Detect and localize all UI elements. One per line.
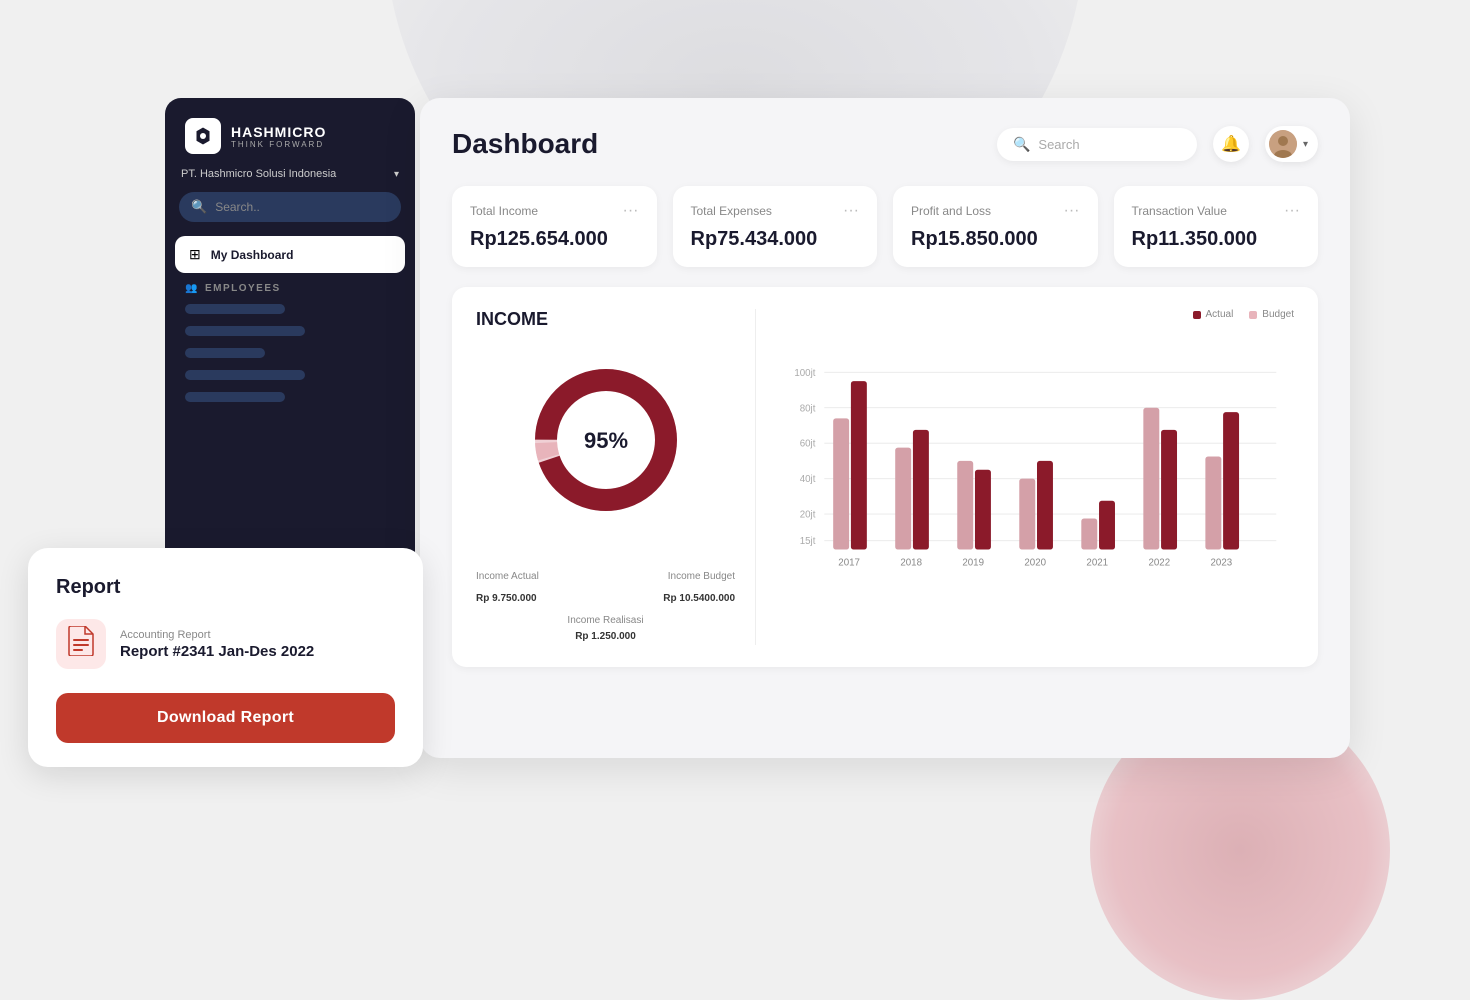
bar-chart-area: 100jt 80jt 60jt 40jt 20jt 15jt 2017 <box>780 330 1294 645</box>
income-section: INCOME 95% Income Actual Income Budget <box>452 287 1318 667</box>
avatar <box>1269 130 1297 158</box>
sidebar-placeholder-4 <box>185 370 305 380</box>
metric-value-2: Rp15.850.000 <box>911 228 1038 250</box>
sidebar-placeholder-1 <box>185 304 285 314</box>
report-card: Report Accounting Report Report #2341 Ja… <box>28 548 423 767</box>
svg-text:60jt: 60jt <box>800 439 816 450</box>
report-info: Accounting Report Report #2341 Jan-Des 2… <box>120 629 314 660</box>
svg-text:2018: 2018 <box>900 557 922 568</box>
report-icon-wrap <box>56 619 106 669</box>
svg-text:95%: 95% <box>583 428 627 453</box>
legend-budget: Budget <box>1249 309 1294 320</box>
budget-label: Income Budget <box>668 569 735 585</box>
metric-dots-1[interactable]: ··· <box>843 202 859 220</box>
metric-dots-2[interactable]: ··· <box>1064 202 1080 220</box>
svg-text:2020: 2020 <box>1024 557 1046 568</box>
sidebar-logo: HASHMICRO THINK FORWARD <box>165 98 415 168</box>
legend-label-budget: Budget <box>1262 309 1294 320</box>
legend-label-actual: Actual <box>1206 309 1234 320</box>
notification-bell-button[interactable]: 🔔 <box>1213 126 1249 162</box>
sidebar-placeholder-3 <box>185 348 265 358</box>
report-title: Report <box>56 576 395 599</box>
company-dropdown-icon: ▾ <box>394 169 399 180</box>
metric-label-0: Total Income <box>470 204 538 218</box>
user-menu-button[interactable]: ▾ <box>1265 126 1318 162</box>
metric-card-2: Profit and Loss ··· Rp15.850.000 <box>893 186 1098 267</box>
metric-card-1: Total Expenses ··· Rp75.434.000 <box>673 186 878 267</box>
employees-icon: 👥 <box>185 283 199 294</box>
page-title: Dashboard <box>452 128 598 160</box>
dashboard-icon: ⊞ <box>189 246 201 263</box>
svg-text:2019: 2019 <box>962 557 984 568</box>
brand-name: HASHMICRO <box>231 124 326 140</box>
svg-text:15jt: 15jt <box>800 536 816 547</box>
income-chart-left: INCOME 95% Income Actual Income Budget <box>476 309 756 645</box>
search-box[interactable]: 🔍 <box>997 128 1197 161</box>
search-input[interactable] <box>1038 137 1181 152</box>
download-report-button[interactable]: Download Report <box>56 693 395 743</box>
metric-card-0: Total Income ··· Rp125.654.000 <box>452 186 657 267</box>
realisasi-value: Rp 1.250.000 <box>476 629 735 645</box>
metric-label-3: Transaction Value <box>1132 204 1227 218</box>
actual-label: Income Actual <box>476 569 539 585</box>
budget-value: Rp 10.5400.000 <box>663 591 735 607</box>
svg-text:2022: 2022 <box>1148 557 1170 568</box>
search-icon: 🔍 <box>1013 136 1030 153</box>
svg-text:2023: 2023 <box>1211 557 1233 568</box>
sidebar-item-dashboard[interactable]: ⊞ My Dashboard <box>175 236 405 273</box>
legend-dot-budget <box>1249 311 1257 319</box>
svg-text:20jt: 20jt <box>800 510 816 521</box>
dashboard-header: Dashboard 🔍 🔔 ▾ <box>452 126 1318 162</box>
sidebar-placeholder-5 <box>185 392 285 402</box>
sidebar-section-employees: 👥 EMPLOYEES <box>165 273 415 300</box>
user-chevron-icon: ▾ <box>1303 139 1308 150</box>
brand-tagline: THINK FORWARD <box>231 140 326 149</box>
report-name: Report #2341 Jan-Des 2022 <box>120 643 314 660</box>
svg-text:2021: 2021 <box>1086 557 1108 568</box>
actual-value: Rp 9.750.000 <box>476 591 537 607</box>
report-file-icon <box>68 626 94 662</box>
svg-text:100jt: 100jt <box>794 368 815 379</box>
income-stats: Income Actual Income Budget Rp 9.750.000… <box>476 569 735 645</box>
metrics-row: Total Income ··· Rp125.654.000 Total Exp… <box>452 186 1318 267</box>
metric-label-1: Total Expenses <box>691 204 772 218</box>
dashboard-main-card: Dashboard 🔍 🔔 ▾ <box>420 98 1350 758</box>
metric-dots-0[interactable]: ··· <box>623 202 639 220</box>
income-title: INCOME <box>476 309 735 330</box>
legend-actual: Actual <box>1193 309 1234 320</box>
search-icon: 🔍 <box>191 199 207 215</box>
legend-dot-actual <box>1193 311 1201 319</box>
metric-dots-3[interactable]: ··· <box>1284 202 1300 220</box>
metric-value-3: Rp11.350.000 <box>1132 228 1258 250</box>
sidebar: HASHMICRO THINK FORWARD PT. Hashmicro So… <box>165 98 415 568</box>
sidebar-search-box[interactable]: 🔍 <box>179 192 401 222</box>
metric-card-3: Transaction Value ··· Rp11.350.000 <box>1114 186 1319 267</box>
metric-value-1: Rp75.434.000 <box>691 228 818 250</box>
company-selector[interactable]: PT. Hashmicro Solusi Indonesia ▾ <box>165 168 415 192</box>
realisasi-label: Income Realisasi <box>476 613 735 629</box>
sidebar-placeholder-2 <box>185 326 305 336</box>
report-type: Accounting Report <box>120 629 314 641</box>
header-actions: 🔍 🔔 ▾ <box>997 126 1318 162</box>
logo-text: HASHMICRO THINK FORWARD <box>231 124 326 149</box>
svg-text:80jt: 80jt <box>800 403 816 414</box>
report-item: Accounting Report Report #2341 Jan-Des 2… <box>56 619 395 669</box>
svg-text:40jt: 40jt <box>800 474 816 485</box>
company-name: PT. Hashmicro Solusi Indonesia <box>181 168 336 180</box>
bell-icon: 🔔 <box>1221 134 1241 154</box>
chart-legend: Actual Budget <box>780 309 1294 320</box>
income-bar-chart: Actual Budget 100jt 80jt 60jt 40jt <box>756 309 1294 645</box>
logo-icon <box>185 118 221 154</box>
donut-chart: 95% <box>476 360 735 520</box>
metric-value-0: Rp125.654.000 <box>470 228 608 250</box>
svg-text:2017: 2017 <box>838 557 860 568</box>
sidebar-search-input[interactable] <box>215 200 389 214</box>
metric-label-2: Profit and Loss <box>911 204 991 218</box>
sidebar-item-label: My Dashboard <box>211 248 294 262</box>
